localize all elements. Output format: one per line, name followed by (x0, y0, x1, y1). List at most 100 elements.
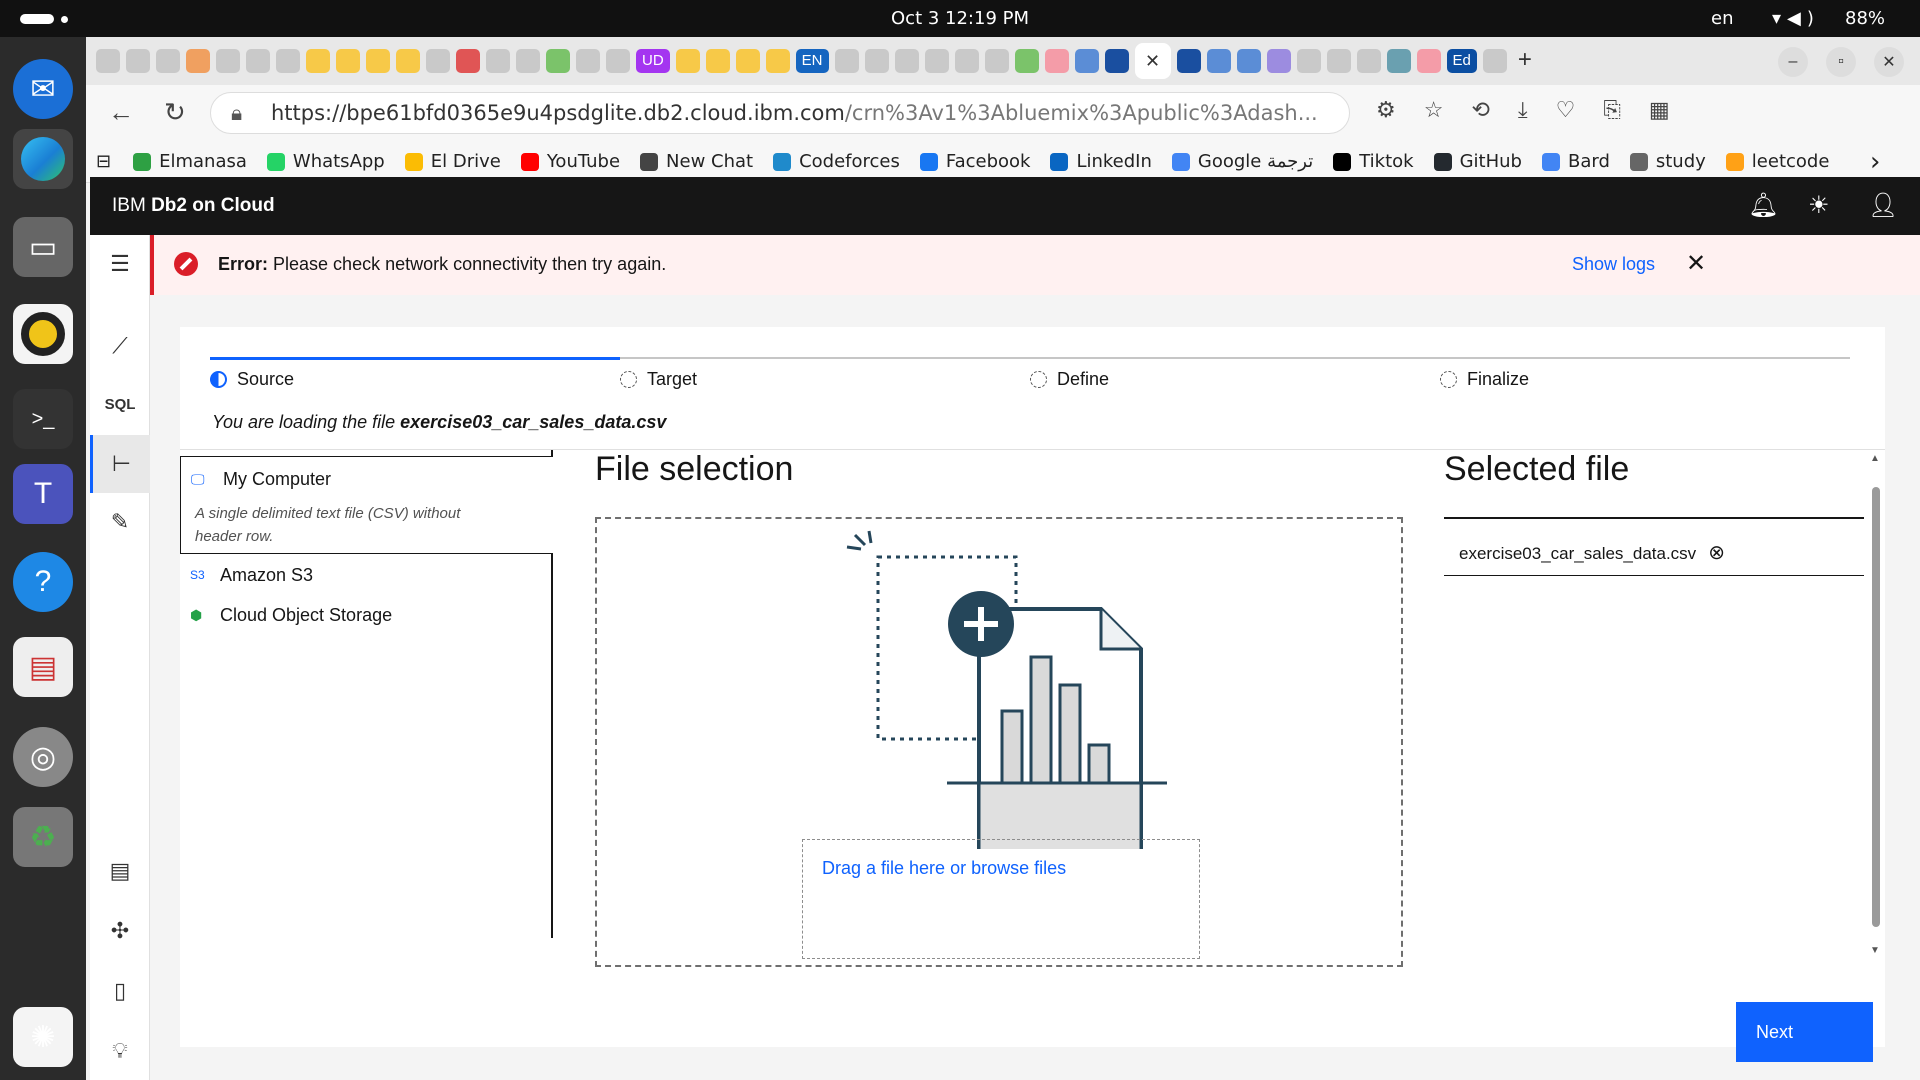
tab[interactable] (1416, 49, 1441, 73)
tab[interactable] (456, 49, 480, 73)
tab[interactable] (834, 49, 859, 73)
lock-icon[interactable]: 🔒︎ (231, 93, 242, 133)
bookmark-item[interactable]: study (1629, 151, 1706, 172)
tab[interactable] (864, 49, 889, 73)
browse-files-area[interactable]: Drag a file here or browse files (802, 839, 1200, 959)
tab[interactable] (306, 49, 330, 73)
tab[interactable] (126, 49, 150, 73)
tab[interactable] (366, 49, 390, 73)
scrollbar-thumb[interactable] (1872, 487, 1880, 927)
bookmark-item[interactable]: GitHub (1433, 151, 1522, 172)
tab[interactable] (216, 49, 240, 73)
step-target[interactable]: Target (620, 369, 697, 390)
tab[interactable] (765, 49, 790, 73)
files-icon[interactable]: ▭ (13, 217, 73, 277)
bookmark-item[interactable]: El Drive (404, 151, 501, 172)
back-icon[interactable]: ← (108, 97, 134, 128)
source-my-computer[interactable]: 🖵︎ My Computer A single delimited text f… (180, 456, 553, 554)
tab[interactable] (1482, 49, 1507, 73)
tab[interactable] (1296, 49, 1321, 73)
window-close-icon[interactable]: ✕ (1874, 47, 1904, 77)
tab[interactable] (1104, 49, 1129, 73)
tab[interactable] (246, 49, 270, 73)
file-drop-zone[interactable]: Drag a file here or browse files (595, 517, 1403, 967)
tab[interactable] (1206, 49, 1231, 73)
bookmark-item[interactable]: New Chat (640, 151, 753, 172)
tab[interactable] (1014, 49, 1039, 73)
tab[interactable] (606, 49, 630, 73)
bookmark-item[interactable]: Bard (1541, 151, 1610, 172)
tab-en[interactable]: EN (795, 49, 829, 73)
tab[interactable] (675, 49, 700, 73)
disc-icon[interactable]: ◎ (13, 727, 73, 787)
tab-actions-icon[interactable] (96, 49, 120, 73)
close-error-icon[interactable]: ✕ (1686, 249, 1706, 278)
tab[interactable] (1236, 49, 1261, 73)
new-tab-icon[interactable]: + (1513, 48, 1537, 73)
scroll-up-icon[interactable]: ▲ (1870, 453, 1880, 464)
tab[interactable] (516, 49, 540, 73)
remove-file-icon[interactable]: ⊗ (1708, 540, 1725, 565)
rhythmbox-icon[interactable] (13, 304, 73, 364)
bookmark-item[interactable]: Tiktok (1333, 151, 1414, 172)
lightbulb-icon[interactable]: 💡︎ (90, 1022, 150, 1080)
bookmark-item[interactable]: Facebook (919, 151, 1030, 172)
document-icon[interactable]: ▯ (90, 962, 150, 1020)
tab[interactable] (705, 49, 730, 73)
reload-icon[interactable]: ↻ (164, 97, 186, 128)
theme-sun-icon[interactable]: ☀ (1808, 191, 1830, 220)
bookmark-bar-edge-icon[interactable]: ⊟ (96, 151, 111, 172)
bookmark-item[interactable]: Google ترجمة (1171, 151, 1313, 172)
maximize-icon[interactable]: ▫ (1826, 47, 1856, 77)
tab[interactable] (546, 49, 570, 73)
tab[interactable] (396, 49, 420, 73)
tab-udemy[interactable]: UD (636, 49, 670, 73)
url-input[interactable]: 🔒︎ https://bpe61bfd0365e9u4psdglite.db2.… (210, 92, 1350, 134)
system-tray-icons[interactable]: ▾◀) (1772, 8, 1820, 29)
bookmark-item[interactable]: leetcode (1725, 151, 1829, 172)
tab[interactable] (1266, 49, 1291, 73)
administration-wrench-icon[interactable]: ✎ (90, 493, 150, 551)
tab[interactable] (894, 49, 919, 73)
app-brand[interactable]: IBM Db2 on Cloud (112, 195, 275, 217)
source-cloud-object-storage[interactable]: ⬢ Cloud Object Storage (180, 605, 553, 641)
tab[interactable] (735, 49, 760, 73)
menu-hamburger-icon[interactable]: ☰ (90, 235, 150, 293)
tab[interactable] (276, 49, 300, 73)
tab[interactable] (1356, 49, 1381, 73)
next-button[interactable]: Next (1736, 1002, 1873, 1062)
notification-bell-icon[interactable]: 🔔︎ (1748, 191, 1778, 220)
tab[interactable] (984, 49, 1009, 73)
tab[interactable] (954, 49, 979, 73)
tab[interactable] (486, 49, 510, 73)
tab[interactable] (1074, 49, 1099, 73)
console-icon[interactable]: ▤ (90, 842, 150, 900)
scroll-down-icon[interactable]: ▼ (1870, 945, 1880, 956)
close-tab-icon[interactable]: ✕ (1145, 51, 1160, 72)
bookmark-item[interactable]: LinkedIn (1050, 151, 1152, 172)
step-source[interactable]: Source (210, 369, 294, 390)
bookmark-item[interactable]: Elmanasa (133, 151, 247, 172)
tab[interactable] (186, 49, 210, 73)
browser-toolbar-icons[interactable]: ⚙☆⟲⤓♡⎘▦ (1376, 97, 1698, 123)
source-amazon-s3[interactable]: S3 Amazon S3 (180, 565, 553, 601)
tab[interactable] (924, 49, 949, 73)
sql-icon[interactable]: SQL (90, 375, 150, 433)
show-apps-icon[interactable]: ✺ (13, 1007, 73, 1067)
tab-active[interactable]: ✕ (1134, 43, 1171, 79)
browse-files-link[interactable]: Drag a file here or browse files (822, 858, 1066, 879)
terminal-icon[interactable]: >_ (13, 389, 73, 449)
bookmark-item[interactable]: Codeforces (773, 151, 900, 172)
tab[interactable] (1044, 49, 1069, 73)
tab[interactable] (426, 49, 450, 73)
show-logs-link[interactable]: Show logs (1572, 254, 1655, 275)
connections-icon[interactable]: ✣ (90, 902, 150, 960)
help-icon[interactable]: ? (13, 552, 73, 612)
bookmark-item[interactable]: YouTube (520, 151, 620, 172)
tab-ed[interactable]: Ed (1446, 49, 1477, 73)
bookmark-item[interactable]: WhatsApp (266, 151, 385, 172)
tab[interactable] (1386, 49, 1411, 73)
teams-icon[interactable]: T (13, 464, 73, 524)
bookmarks-more-icon[interactable]: › (1870, 147, 1880, 177)
minimize-icon[interactable]: – (1778, 47, 1808, 77)
